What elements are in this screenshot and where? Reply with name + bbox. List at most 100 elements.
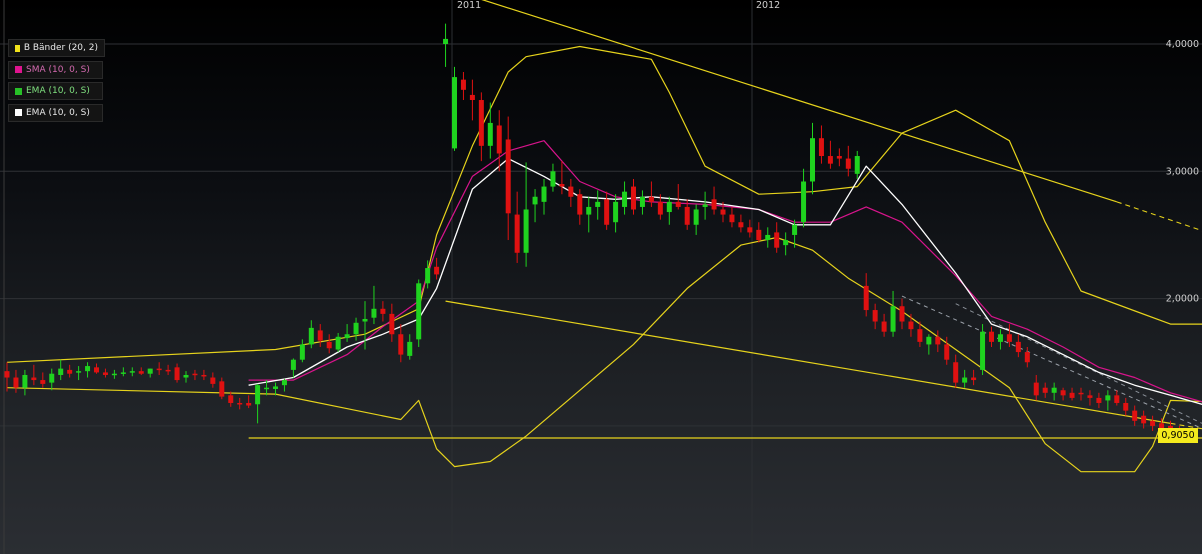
candle-body [568, 186, 574, 197]
candle-body [648, 196, 654, 202]
candle-body [1051, 387, 1057, 393]
chart-svg: 2011 2012 4,0000 3,0000 2,0000 [0, 0, 1202, 554]
candle-body [496, 125, 502, 154]
candle-body [434, 266, 440, 275]
candle-body [1069, 392, 1075, 398]
candle-body [827, 156, 833, 164]
candle-body [818, 138, 824, 157]
legend-swatch-ema-green [15, 87, 22, 95]
candle-body [1105, 395, 1111, 401]
legend-item-ema-green[interactable]: EMA (10, 0, S) [8, 82, 103, 100]
candle-body [845, 158, 851, 169]
legend-label-ema-white: EMA (10, 0, S) [26, 107, 90, 118]
candle-body [120, 372, 126, 374]
candle-body [201, 374, 207, 377]
candle-body [389, 313, 395, 335]
candle-body [31, 377, 37, 381]
candle-body [40, 380, 46, 384]
candle-body [183, 374, 189, 378]
candle-body [872, 310, 878, 322]
candle-body [371, 308, 377, 318]
candle-body [532, 196, 538, 205]
candle-body [210, 377, 216, 384]
candle-body [1096, 397, 1102, 403]
legend-label-sma: SMA (10, 0, S) [26, 64, 90, 75]
candle-body [631, 186, 636, 210]
candle-body [1078, 392, 1084, 395]
candle-body [335, 336, 341, 350]
candle-body [49, 373, 55, 383]
candle-body [416, 283, 422, 340]
candle-body [147, 368, 153, 374]
candle-body [1087, 395, 1093, 398]
candle-body [460, 79, 466, 90]
candle-body [443, 38, 449, 44]
candle-body [720, 209, 726, 215]
candle-body [926, 336, 932, 345]
candle-body [67, 369, 73, 374]
candle-body [613, 201, 619, 223]
candle-body [165, 369, 171, 372]
candle-body [487, 122, 493, 146]
candle-body [1141, 415, 1147, 424]
candle-body [711, 199, 717, 210]
candle-body [729, 214, 735, 223]
candle-body [362, 318, 368, 322]
candle-body [299, 344, 305, 360]
candle-body [58, 368, 64, 375]
candle-body [586, 206, 592, 215]
candle-body [604, 199, 610, 225]
candle-body [962, 377, 968, 383]
x-tick-label: 2012 [756, 0, 780, 11]
candle-body [380, 308, 386, 314]
candle-body [657, 201, 663, 215]
candle-body [836, 156, 842, 159]
candle-body [264, 387, 270, 390]
candle-body [246, 402, 252, 406]
candle-body [1033, 382, 1039, 396]
candle-body [317, 330, 323, 341]
candle-body [1114, 395, 1120, 403]
candle-body [129, 371, 135, 373]
candle-body [550, 171, 556, 187]
candle-body [469, 94, 475, 101]
candle-body [702, 204, 708, 207]
candle-body [997, 334, 1003, 342]
candle-body [344, 334, 350, 339]
candle-body [505, 139, 511, 214]
candle-body [559, 184, 565, 187]
candle-body [756, 229, 762, 241]
candle-body [138, 371, 144, 374]
candle-body [22, 374, 28, 388]
candle-body [290, 359, 296, 370]
candle-body [1150, 420, 1156, 426]
candle-body [622, 191, 628, 207]
chart: 2011 2012 4,0000 3,0000 2,0000 B Bänder (20,… [0, 0, 1202, 554]
candle-body [281, 380, 287, 386]
legend-item-ema-white[interactable]: EMA (10, 0, S) [8, 103, 103, 122]
candle-body [273, 386, 278, 389]
candle-body [102, 372, 108, 375]
candle-body [4, 371, 10, 378]
candle-body [792, 224, 798, 235]
candle-body [774, 232, 780, 248]
candle-body [917, 329, 923, 342]
legend: B Bänder (20, 2) SMA (10, 0, S) EMA (10,… [8, 39, 105, 125]
candle-body [747, 227, 753, 233]
y-tick-label: 4,0000 [1166, 39, 1199, 50]
candle-body [398, 334, 404, 355]
legend-item-bollinger[interactable]: B Bänder (20, 2) [8, 39, 105, 57]
candle-body [523, 209, 529, 253]
candle-body [854, 156, 860, 174]
candle-body [666, 201, 672, 213]
trend-line [445, 300, 1171, 424]
candle-body [514, 214, 520, 253]
candle-body [899, 306, 905, 322]
candle-body [595, 201, 601, 207]
candle-body [577, 194, 583, 215]
legend-item-sma[interactable]: SMA (10, 0, S) [8, 60, 103, 79]
legend-swatch-ema-white [15, 109, 22, 116]
candle-body [944, 344, 950, 360]
ema-line [248, 157, 1202, 405]
candle-body [738, 222, 744, 228]
